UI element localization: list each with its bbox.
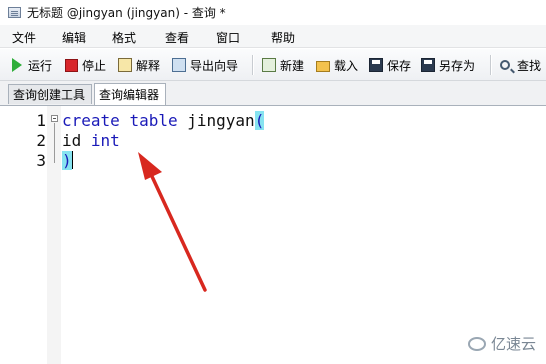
fold-toggle-icon[interactable] [51,115,58,122]
save-button[interactable]: 保存 [369,56,411,74]
save-icon [369,58,383,72]
explain-icon [118,58,132,72]
save-as-label: 另存为 [439,58,476,73]
save-label: 保存 [387,58,412,73]
code-line-3: ) [62,151,73,171]
watermark: 亿速云 [467,333,536,354]
open-paren: ( [254,111,265,130]
keyword-int: int [90,131,120,150]
fold-guide [54,123,55,163]
menu-bar: 文件 编辑 格式 查看 窗口 帮助 [0,25,546,48]
watermark-text: 亿速云 [490,335,536,353]
stop-icon [65,58,78,72]
menu-format[interactable]: 格式 [112,29,136,46]
export-wizard-button[interactable]: 导出向导 [172,56,238,74]
save-as-button[interactable]: 另存为 [421,56,475,74]
toolbar-separator [490,55,492,75]
table-name: jingyan [187,111,255,130]
find-label: 查找 [517,58,542,73]
new-query-icon [262,58,276,72]
menu-file[interactable]: 文件 [12,29,36,46]
title-bar: 无标题 @jingyan (jingyan) - 查询 * [0,0,546,24]
export-wizard-label: 导出向导 [190,58,239,73]
menu-help[interactable]: 帮助 [271,29,295,46]
tab-query-editor[interactable]: 查询编辑器 [94,83,166,105]
keyword-table: table [129,111,178,130]
line-number: 2 [36,131,46,150]
app-icon [8,6,21,18]
load-label: 载入 [334,58,359,73]
explain-label: 解释 [136,58,161,73]
text-caret [71,151,73,169]
menu-view[interactable]: 查看 [165,29,189,46]
cloud-logo-icon [467,336,486,351]
window-title: 无标题 @jingyan (jingyan) - 查询 * [27,5,226,20]
export-icon [172,58,186,72]
search-icon [500,60,510,70]
code-line-2: id int [62,131,120,151]
code-line-1: create table jingyan( [62,111,265,131]
column-name: id [62,131,82,150]
new-label: 新建 [280,58,305,73]
find-button[interactable]: 查找 [500,56,541,74]
line-number: 3 [36,151,46,170]
new-button[interactable]: 新建 [262,56,304,74]
line-number-gutter: 1 2 3 [0,106,47,364]
play-icon [12,58,22,72]
menu-window[interactable]: 窗口 [216,29,240,46]
run-label: 运行 [28,58,53,73]
tab-query-builder[interactable]: 查询创建工具 [8,84,92,104]
menu-edit[interactable]: 编辑 [62,29,86,46]
stop-label: 停止 [82,58,107,73]
close-paren: ) [62,151,72,170]
tab-label: 查询创建工具 [13,88,86,102]
save-as-icon [421,58,435,72]
toolbar: 运行 停止 解释 导出向导 新建 载入 保存 另存为 查找 [0,49,546,81]
explain-button[interactable]: 解释 [118,56,160,74]
tab-label: 查询编辑器 [99,88,160,102]
stop-button[interactable]: 停止 [65,56,106,74]
toolbar-separator [252,55,254,75]
load-button[interactable]: 载入 [316,56,358,74]
tabs-bar: 查询创建工具 查询编辑器 [0,81,546,106]
folder-icon [316,60,330,72]
keyword-create: create [62,111,120,130]
line-number: 1 [36,111,46,130]
run-button[interactable]: 运行 [12,56,52,74]
sql-editor[interactable]: 1 2 3 create table jingyan( id int ) [0,106,546,364]
